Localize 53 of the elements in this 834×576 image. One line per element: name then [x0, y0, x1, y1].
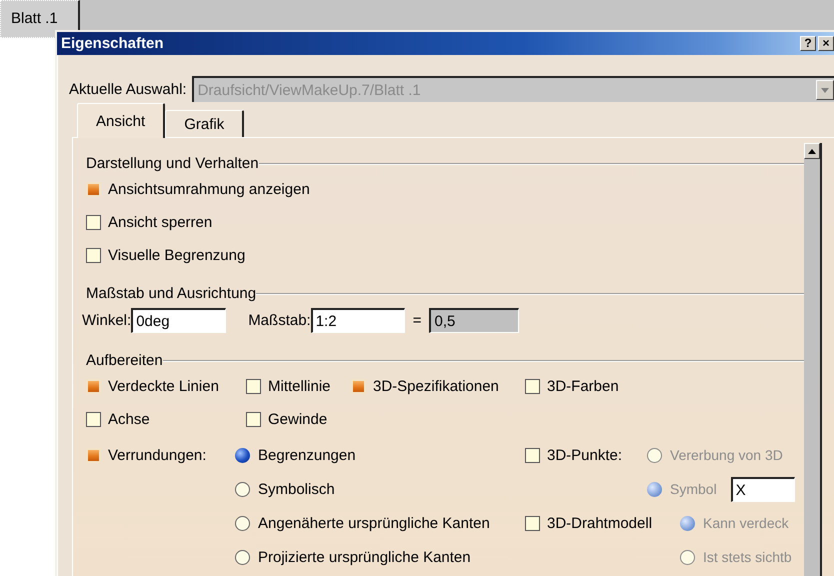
radio-button[interactable]: [235, 448, 250, 462]
radio-label: Symbolisch: [258, 480, 335, 498]
checkbox-label: Achse: [108, 411, 150, 428]
close-button[interactable]: ×: [818, 36, 834, 51]
dialog-title: Eigenschaften: [61, 35, 165, 52]
radio-label: Begrenzungen: [258, 446, 356, 464]
radio-label: Ist stets sichtb: [703, 549, 792, 565]
checkbox-label: Gewinde: [268, 411, 328, 428]
field-label: Winkel:: [82, 312, 132, 328]
radio-label: Vererbung von 3D: [670, 447, 783, 463]
checkbox-label: 3D-Spezifikationen: [373, 378, 499, 395]
checkbox-label: 3D-Drahtmodell: [547, 514, 652, 532]
checkbox[interactable]: [86, 248, 101, 263]
tab[interactable]: Ansicht: [77, 103, 166, 138]
checkbox-label: Verdeckte Linien: [108, 378, 219, 395]
group-title: Darstellung und Verhalten: [86, 154, 259, 172]
checkbox-label: 3D-Farben: [547, 378, 619, 395]
tab[interactable]: Grafik: [165, 110, 244, 137]
scrollbar[interactable]: [804, 143, 822, 576]
symbol-field[interactable]: X: [730, 476, 795, 502]
radio-button[interactable]: [235, 482, 250, 496]
radio-label: Kann verdeck: [703, 515, 789, 531]
sheet-tab[interactable]: Blatt .1: [0, 0, 80, 38]
checkbox-label: 3D-Punkte:: [547, 446, 622, 464]
checkbox[interactable]: [246, 412, 261, 427]
radio-label: Symbol: [670, 481, 717, 497]
checkbox-label: Visuelle Begrenzung: [108, 247, 246, 264]
group-title: Aufbereiten: [86, 352, 163, 368]
angle-field[interactable]: 0deg: [131, 308, 226, 332]
checkbox-label: Ansicht sperren: [108, 214, 212, 231]
checkbox[interactable]: [525, 448, 540, 462]
radio-button[interactable]: [235, 550, 250, 564]
checkbox-label: Verrundungen:: [108, 446, 206, 464]
selection-label: Aktuelle Auswahl:: [69, 80, 187, 98]
scale-field[interactable]: 1:2: [310, 308, 405, 332]
equals-sign: =: [412, 312, 422, 328]
help-button[interactable]: ?: [800, 36, 816, 51]
checkbox-label: Ansichtsumrahmung anzeigen: [108, 181, 310, 198]
field-label: Maßstab:: [248, 312, 311, 328]
checkbox-label: Mittellinie: [268, 378, 331, 395]
radio-label: Projizierte ursprüngliche Kanten: [258, 548, 471, 566]
checkbox[interactable]: [86, 215, 101, 230]
checkbox[interactable]: [246, 379, 261, 394]
checkbox[interactable]: [525, 516, 540, 530]
radio-button[interactable]: [235, 516, 250, 530]
scroll-up-button[interactable]: [804, 143, 820, 159]
caret-icon: [821, 88, 829, 92]
result-field[interactable]: 0,5: [429, 308, 520, 332]
checkbox[interactable]: [86, 412, 101, 427]
group-title: Maßstab und Ausrichtung: [86, 284, 256, 302]
checkbox[interactable]: [525, 379, 540, 394]
up-arrow-icon: [808, 148, 816, 154]
radio-label: Angenäherte ursprüngliche Kanten: [258, 514, 490, 532]
